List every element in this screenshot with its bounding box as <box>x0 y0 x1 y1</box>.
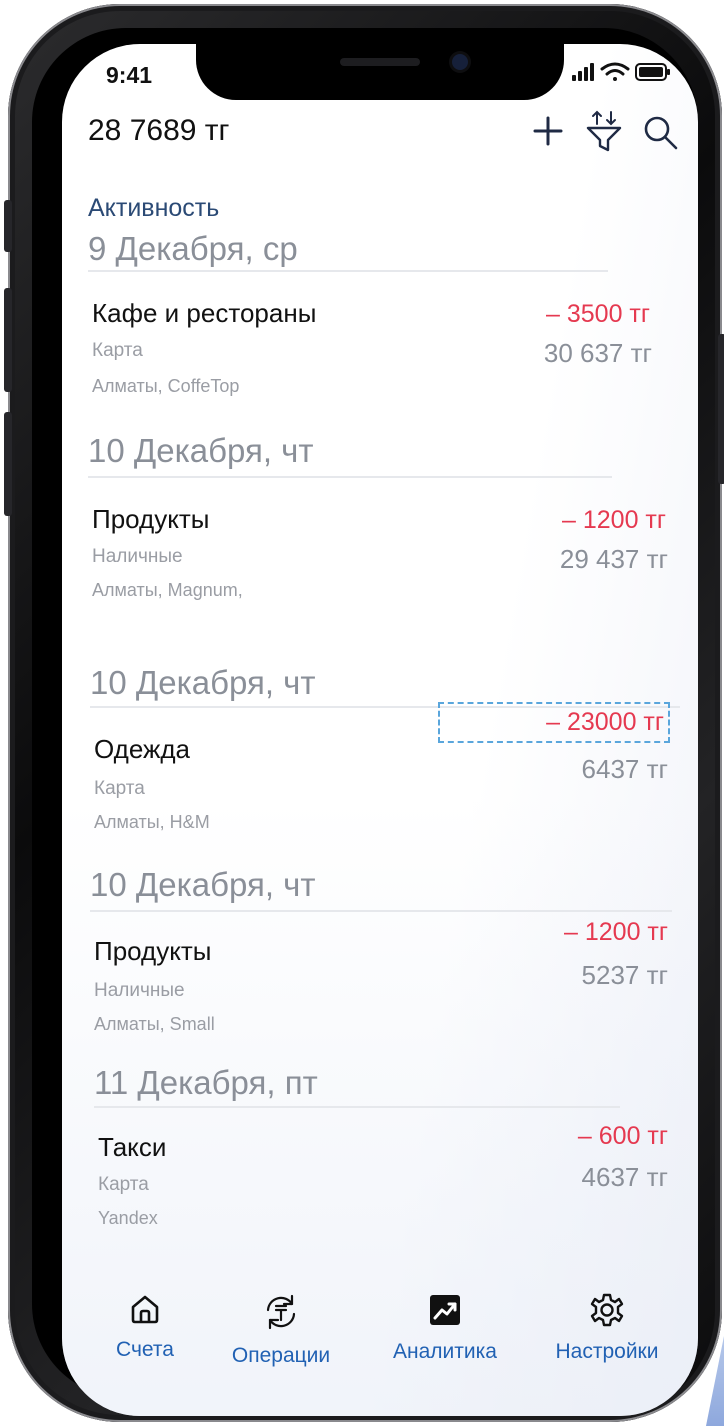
speaker <box>340 58 420 66</box>
transaction-amount: – 3500 тг <box>546 300 650 328</box>
app-screen: 9:41 28 7689 тг Активность 9 Декабря, ср… <box>62 44 698 1416</box>
transaction-balance-after: 6437 тг <box>581 754 668 784</box>
total-balance: 28 7689 тг <box>88 114 230 147</box>
divider <box>88 270 608 272</box>
tab-label: Счета <box>116 1338 174 1361</box>
transaction-method: Карта <box>98 1174 149 1195</box>
transaction-category: Такси <box>98 1132 167 1162</box>
tab-accounts[interactable]: Счета <box>70 1292 220 1362</box>
transaction-method: Карта <box>92 340 143 361</box>
tab-label: Аналитика <box>393 1340 497 1363</box>
transaction-amount: – 23000 тг <box>438 702 670 743</box>
date-header: 10 Декабря, чт <box>88 432 314 469</box>
transaction-method: Карта <box>94 778 145 799</box>
gear-icon <box>590 1293 624 1327</box>
volume-up-button <box>4 288 12 392</box>
tab-operations[interactable]: Операции <box>206 1292 356 1368</box>
wifi-icon <box>600 62 630 81</box>
transaction-amount: – 1200 тг <box>564 918 668 946</box>
transaction-category: Одежда <box>94 734 191 764</box>
sort-filter-icon[interactable] <box>582 108 626 154</box>
tab-settings[interactable]: Настройки <box>532 1292 682 1364</box>
transaction-place: Алматы, CoffeTop <box>92 376 240 396</box>
notch <box>196 44 564 100</box>
exchange-tenge-icon <box>266 1294 296 1330</box>
silent-switch <box>4 200 12 252</box>
volume-down-button <box>4 412 12 516</box>
transaction-place: Yandex <box>98 1208 158 1228</box>
battery-icon <box>635 63 670 81</box>
tab-analytics[interactable]: Аналитика <box>370 1292 520 1364</box>
transaction-method: Наличные <box>92 546 183 567</box>
transaction-balance-after: 4637 тг <box>581 1162 668 1192</box>
tab-bar: Счета Операции Аналитика Настройки <box>62 1246 698 1416</box>
transaction-place: Алматы, Small <box>94 1014 215 1034</box>
home-icon <box>131 1295 159 1324</box>
transaction-method: Наличные <box>94 980 185 1001</box>
date-header: 10 Декабря, чт <box>90 866 316 903</box>
status-icons <box>572 60 672 84</box>
transaction-balance-after: 29 437 тг <box>559 544 668 574</box>
transaction-amount: – 1200 тг <box>562 506 666 534</box>
transaction-balance-after: 30 637 тг <box>543 338 652 368</box>
divider <box>90 910 672 912</box>
status-time: 9:41 <box>106 62 153 88</box>
transaction-place: Алматы, Magnum, <box>92 580 243 600</box>
transaction-category: Продукты <box>94 936 212 966</box>
transaction-balance-after: 5237 тг <box>581 960 668 990</box>
divider <box>94 1106 620 1108</box>
signal-icon <box>572 63 594 81</box>
date-header: 10 Декабря, чт <box>90 664 316 701</box>
search-icon[interactable] <box>638 108 682 154</box>
activity-title: Активность <box>88 194 220 222</box>
date-header: 9 Декабря, ср <box>88 230 298 267</box>
front-camera <box>452 54 468 70</box>
divider <box>88 476 612 478</box>
power-button <box>718 334 724 484</box>
tab-label: Операции <box>231 1344 331 1367</box>
top-actions <box>528 108 684 154</box>
date-header: 11 Декабря, пт <box>94 1064 318 1101</box>
transaction-place: Алматы, H&M <box>94 812 210 832</box>
analytics-chart-icon <box>430 1295 460 1325</box>
add-icon[interactable] <box>528 108 568 154</box>
transaction-amount: – 600 тг <box>577 1122 668 1150</box>
transaction-category: Продукты <box>92 504 210 534</box>
tab-label: Настройки <box>555 1340 659 1363</box>
transaction-category: Кафе и рестораны <box>92 298 317 328</box>
